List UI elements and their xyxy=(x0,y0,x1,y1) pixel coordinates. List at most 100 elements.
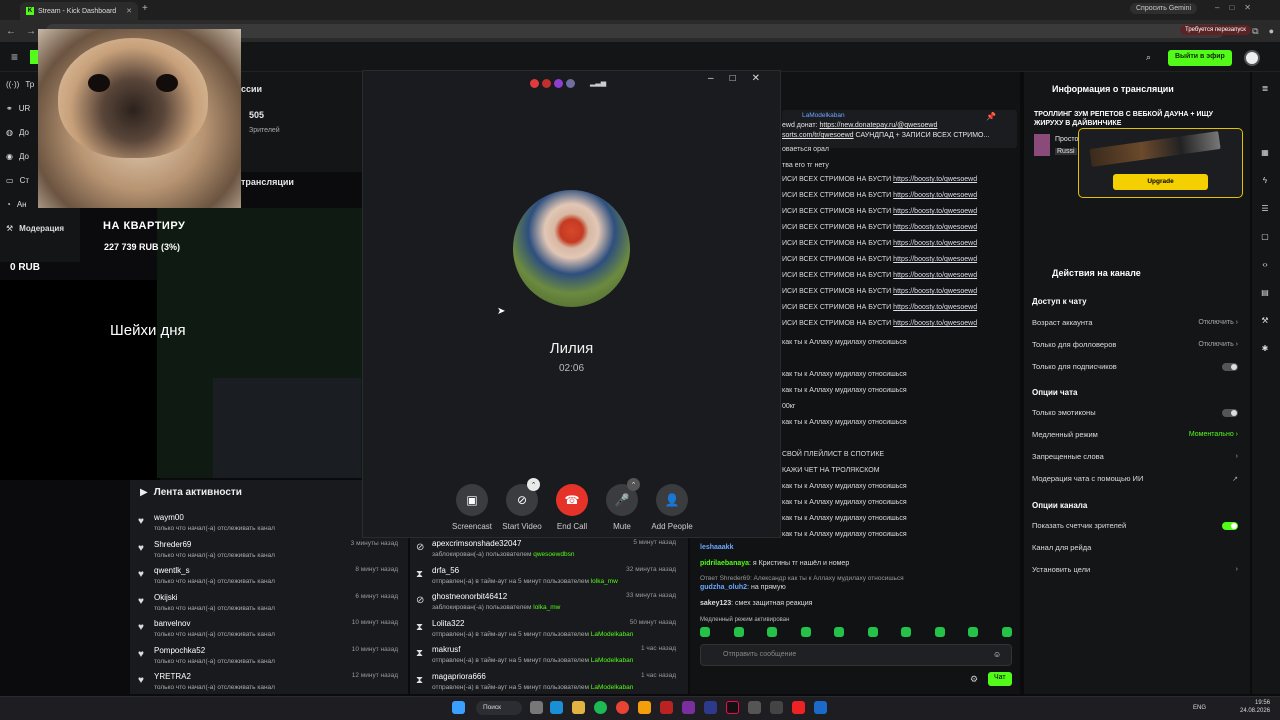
emotes-toggle[interactable] xyxy=(1222,408,1238,417)
raid-row[interactable]: Канал для рейда xyxy=(1032,543,1238,552)
edge-icon[interactable] xyxy=(550,701,563,714)
slow-mode-row[interactable]: Медленный режим Моментально › xyxy=(1032,430,1238,439)
app-icon[interactable] xyxy=(660,701,673,714)
extensions-icon[interactable]: ⧉ xyxy=(1252,26,1258,37)
reaction-icon[interactable] xyxy=(530,79,539,88)
forward-icon[interactable]: → xyxy=(26,26,36,37)
activity-user[interactable]: waym00 xyxy=(154,513,184,522)
screencast-button[interactable]: ▣ xyxy=(456,484,488,516)
chat-user-2[interactable]: pidrilaebanaya xyxy=(700,560,749,567)
emote-icon[interactable] xyxy=(834,627,845,637)
emote-icon[interactable] xyxy=(733,627,744,637)
app-icon[interactable] xyxy=(770,701,783,714)
avatar[interactable] xyxy=(1244,50,1260,66)
window-controls[interactable]: –□✕ xyxy=(1215,3,1261,12)
video-options-chevron-icon[interactable]: ⌃ xyxy=(527,478,540,491)
tiktok-icon[interactable] xyxy=(726,701,739,714)
viewer-count-toggle[interactable] xyxy=(1222,521,1238,530)
chrome-icon[interactable] xyxy=(616,701,629,714)
sidebar-item-moderation[interactable]: ⚒ Модерация xyxy=(6,224,64,233)
restart-required-badge[interactable]: Требуется перезапуск xyxy=(1180,25,1251,35)
moderated-user[interactable]: ghostneonorbit46412 xyxy=(432,592,507,601)
stream-preview[interactable] xyxy=(157,208,362,478)
goals-row[interactable]: Установить цели › xyxy=(1032,565,1238,574)
profile-icon[interactable]: ● xyxy=(1269,26,1274,37)
rail-icon-2[interactable]: ▦ xyxy=(1258,148,1272,162)
emote-icon[interactable] xyxy=(1001,627,1012,637)
emote-icon[interactable] xyxy=(700,627,710,637)
rail-chat-icon[interactable]: ▢ xyxy=(1258,232,1272,246)
moderated-user[interactable]: apexcrimsonshade32047 xyxy=(432,539,521,548)
chat-settings-icon[interactable]: ⚙ xyxy=(970,674,978,685)
moderated-user[interactable]: magapriora666 xyxy=(432,672,486,681)
emote-icon[interactable] xyxy=(800,627,811,637)
end-call-button[interactable]: ☎ xyxy=(556,484,588,516)
boosty-link[interactable]: https://boosty.to/qwesoewd xyxy=(893,256,977,263)
rail-wrench-icon[interactable]: ⚒ xyxy=(1258,316,1272,330)
boosty-link[interactable]: https://boosty.to/qwesoewd xyxy=(893,320,977,327)
boosty-link[interactable]: https://boosty.to/qwesoewd xyxy=(893,176,977,183)
sidebar-item-stream[interactable]: ((·)) Тр xyxy=(6,80,34,89)
browser-tab[interactable]: K Stream - Kick Dashboard ✕ xyxy=(20,2,138,20)
reaction-icon[interactable] xyxy=(542,79,551,88)
sidebar-item-3[interactable]: ◍ До xyxy=(6,128,29,137)
sidebar-item-url[interactable]: ⚭ UR xyxy=(6,104,30,113)
chat-user-3[interactable]: gudzha_oluh2 xyxy=(700,584,747,591)
app-icon[interactable] xyxy=(682,701,695,714)
gemini-button[interactable]: Спросить Gemini xyxy=(1130,3,1198,14)
app-icon[interactable] xyxy=(748,701,761,714)
add-people-button[interactable]: 👤 xyxy=(656,484,688,516)
clock[interactable]: 19:56 24.08.2026 xyxy=(1240,699,1270,715)
app-icon[interactable] xyxy=(638,701,651,714)
emote-icon[interactable] xyxy=(901,627,912,637)
rail-lightning-icon[interactable]: ϟ xyxy=(1258,176,1272,190)
chat-user-4[interactable]: sakey123 xyxy=(700,600,731,607)
steam-icon[interactable] xyxy=(814,701,827,714)
emote-icon[interactable] xyxy=(767,627,778,637)
chat-send-button[interactable]: Чат xyxy=(988,672,1012,686)
activity-user[interactable]: Shreder69 xyxy=(154,540,191,549)
explorer-icon[interactable] xyxy=(572,701,585,714)
moderated-user[interactable]: makrusf xyxy=(432,645,460,654)
close-icon[interactable]: ✕ xyxy=(752,73,760,84)
emote-icon[interactable] xyxy=(968,627,979,637)
boosty-link[interactable]: https://boosty.to/qwesoewd xyxy=(893,208,977,215)
sidebar-item-6[interactable]: ◔ Ан xyxy=(6,200,27,209)
upgrade-button[interactable]: Upgrade xyxy=(1113,174,1208,190)
taskview-icon[interactable] xyxy=(530,701,543,714)
language-indicator[interactable]: ENG xyxy=(1193,705,1206,711)
subs-toggle[interactable] xyxy=(1222,362,1238,371)
donate-link-2[interactable]: sorts.com/tr/qwesoewd xyxy=(782,132,854,139)
banned-words-row[interactable]: Запрещенные слова › xyxy=(1032,452,1238,461)
rail-gear-icon[interactable]: ✱ xyxy=(1258,344,1272,358)
boosty-link[interactable]: https://boosty.to/qwesoewd xyxy=(893,288,977,295)
menu-icon[interactable]: ≡ xyxy=(11,50,18,64)
chat-user-1[interactable]: leshaaakk xyxy=(700,544,733,551)
activity-user[interactable]: Okijski xyxy=(154,593,178,602)
moderated-user[interactable]: drfa_56 xyxy=(432,566,459,575)
rail-icon-1[interactable]: ≣ xyxy=(1258,84,1272,98)
reaction-icon[interactable] xyxy=(566,79,575,88)
sidebar-item-5[interactable]: ▭ Ст xyxy=(6,176,29,185)
activity-user[interactable]: qwentlk_s xyxy=(154,566,190,575)
start-icon[interactable] xyxy=(452,701,465,714)
close-tab-icon[interactable]: ✕ xyxy=(126,7,132,15)
search-icon[interactable]: ⌕ xyxy=(1146,52,1151,63)
reaction-icon[interactable] xyxy=(554,79,563,88)
taskbar-search[interactable]: Поиск xyxy=(476,701,522,715)
mic-options-chevron-icon[interactable]: ⌃ xyxy=(627,478,640,491)
followers-row[interactable]: Только для фолловеров Отключить › xyxy=(1032,340,1238,349)
audition-icon[interactable] xyxy=(704,701,717,714)
chat-input[interactable]: Отправить сообщение ☺ xyxy=(700,644,1012,666)
boosty-link[interactable]: https://boosty.to/qwesoewd xyxy=(893,304,977,311)
activity-user[interactable]: banvelnov xyxy=(154,619,190,628)
donate-link-1[interactable]: https://new.donatepay.ru/@qwesoewd xyxy=(819,122,937,129)
maximize-icon[interactable]: □ xyxy=(730,73,736,84)
minimize-icon[interactable]: – xyxy=(708,73,714,84)
sidebar-item-4[interactable]: ◉ До xyxy=(6,152,29,161)
emote-icon[interactable] xyxy=(867,627,878,637)
age-row[interactable]: Возраст аккаунта Отключить › xyxy=(1032,318,1238,327)
go-live-button[interactable]: Выйти в эфир xyxy=(1168,50,1232,66)
spotify-icon[interactable] xyxy=(594,701,607,714)
boosty-link[interactable]: https://boosty.to/qwesoewd xyxy=(893,240,977,247)
